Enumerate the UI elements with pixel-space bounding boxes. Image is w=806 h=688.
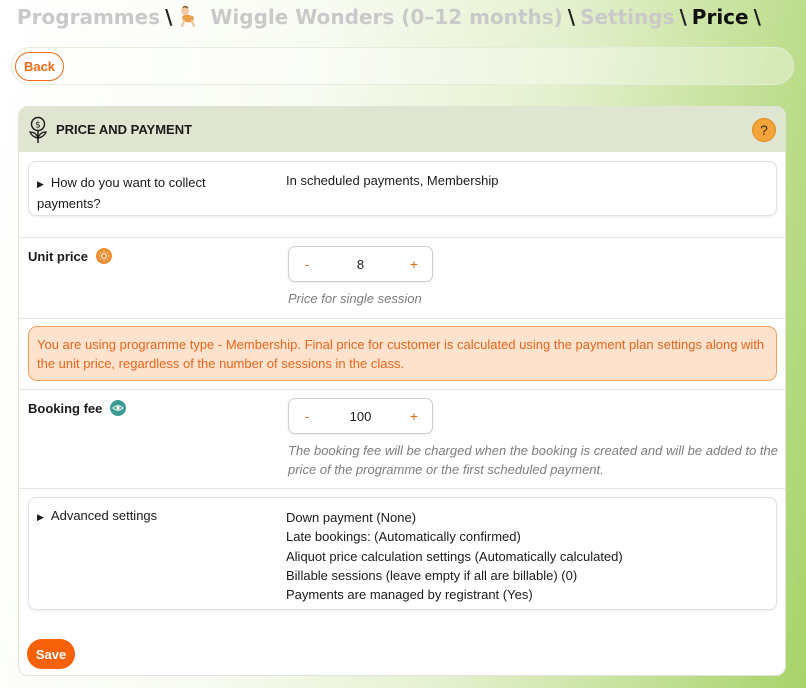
money-plant-icon: $	[29, 116, 47, 143]
booking-fee-value[interactable]: 100	[313, 409, 408, 424]
collect-payments-label[interactable]: ▶ How do you want to collect payments?	[37, 173, 237, 213]
booking-fee-increment[interactable]: +	[408, 408, 420, 424]
breadcrumb-separator: \	[753, 5, 761, 29]
unit-price-text: Unit price	[28, 248, 88, 264]
breadcrumb-separator: \	[567, 5, 576, 29]
question-icon[interactable]: ?	[752, 118, 776, 142]
unit-price-hint: Price for single session	[288, 291, 422, 306]
divider	[19, 237, 785, 238]
breadcrumb-separator: \	[679, 5, 687, 29]
triangle-right-icon: ▶	[37, 179, 44, 189]
booking-fee-hint: The booking fee will be charged when the…	[288, 443, 778, 477]
unit-price-value[interactable]: 8	[313, 257, 408, 272]
svg-text:$: $	[35, 120, 41, 130]
collect-payments-value: In scheduled payments, Membership	[286, 173, 499, 188]
booking-fee-decrement[interactable]: -	[301, 408, 313, 424]
list-item: Aliquot price calculation settings (Auto…	[286, 548, 623, 564]
breadcrumb-programmes[interactable]: Programmes	[17, 5, 160, 29]
back-button[interactable]: Back	[15, 52, 64, 81]
booking-fee-text: Booking fee	[28, 400, 103, 416]
breadcrumb-separator: \	[165, 5, 173, 29]
sun-info-icon[interactable]	[95, 248, 112, 264]
divider	[19, 318, 785, 319]
unit-price-increment[interactable]: +	[408, 256, 420, 272]
unit-price-decrement[interactable]: -	[301, 256, 313, 272]
advanced-settings-text: Advanced settings	[50, 508, 158, 523]
breadcrumb-programme[interactable]: Wiggle Wonders (0–12 months)	[177, 5, 563, 29]
list-item: Billable sessions (leave empty if all ar…	[286, 567, 578, 583]
list-item: Late bookings: (Automatically confirmed)	[286, 529, 521, 545]
unit-price-label: Unit price	[28, 248, 112, 264]
save-button[interactable]: Save	[27, 639, 75, 669]
eye-icon[interactable]	[110, 400, 127, 416]
breadcrumb-settings[interactable]: Settings	[580, 5, 674, 29]
section-title: PRICE AND PAYMENT	[56, 122, 193, 137]
price-payment-card: $ PRICE AND PAYMENT ? ▶ How do you want t…	[18, 106, 786, 676]
booking-fee-label: Booking fee	[28, 400, 127, 416]
unit-price-stepper[interactable]: - 8 +	[288, 246, 433, 282]
collect-payments-row[interactable]: ▶ How do you want to collect payments? In…	[28, 161, 777, 216]
advanced-settings-label[interactable]: ▶ Advanced settings	[37, 508, 157, 523]
advanced-settings-row[interactable]: ▶ Advanced settings Down payment (None) L…	[28, 497, 777, 610]
baby-crawling-icon	[181, 5, 196, 27]
collect-payments-text: How do you want to collect payments?	[37, 175, 206, 211]
triangle-right-icon: ▶	[37, 512, 44, 522]
advanced-settings-summary: Down payment (None) Late bookings: (Auto…	[286, 508, 623, 604]
breadcrumb: Programmes \ Wiggle Wonders (0–12 months…	[17, 5, 766, 29]
breadcrumb-current: Price	[691, 5, 749, 29]
section-header: $ PRICE AND PAYMENT ?	[19, 107, 785, 152]
list-item: Payments are managed by registrant (Yes)	[286, 587, 533, 603]
breadcrumb-programme-label: Wiggle Wonders (0–12 months)	[210, 5, 563, 29]
divider	[19, 488, 785, 489]
list-item: Down payment (None)	[286, 510, 417, 525]
divider	[19, 389, 785, 390]
booking-fee-stepper[interactable]: - 100 +	[288, 398, 433, 434]
membership-notice: You are using programme type - Membershi…	[28, 326, 777, 381]
back-bar: Back	[11, 47, 794, 85]
